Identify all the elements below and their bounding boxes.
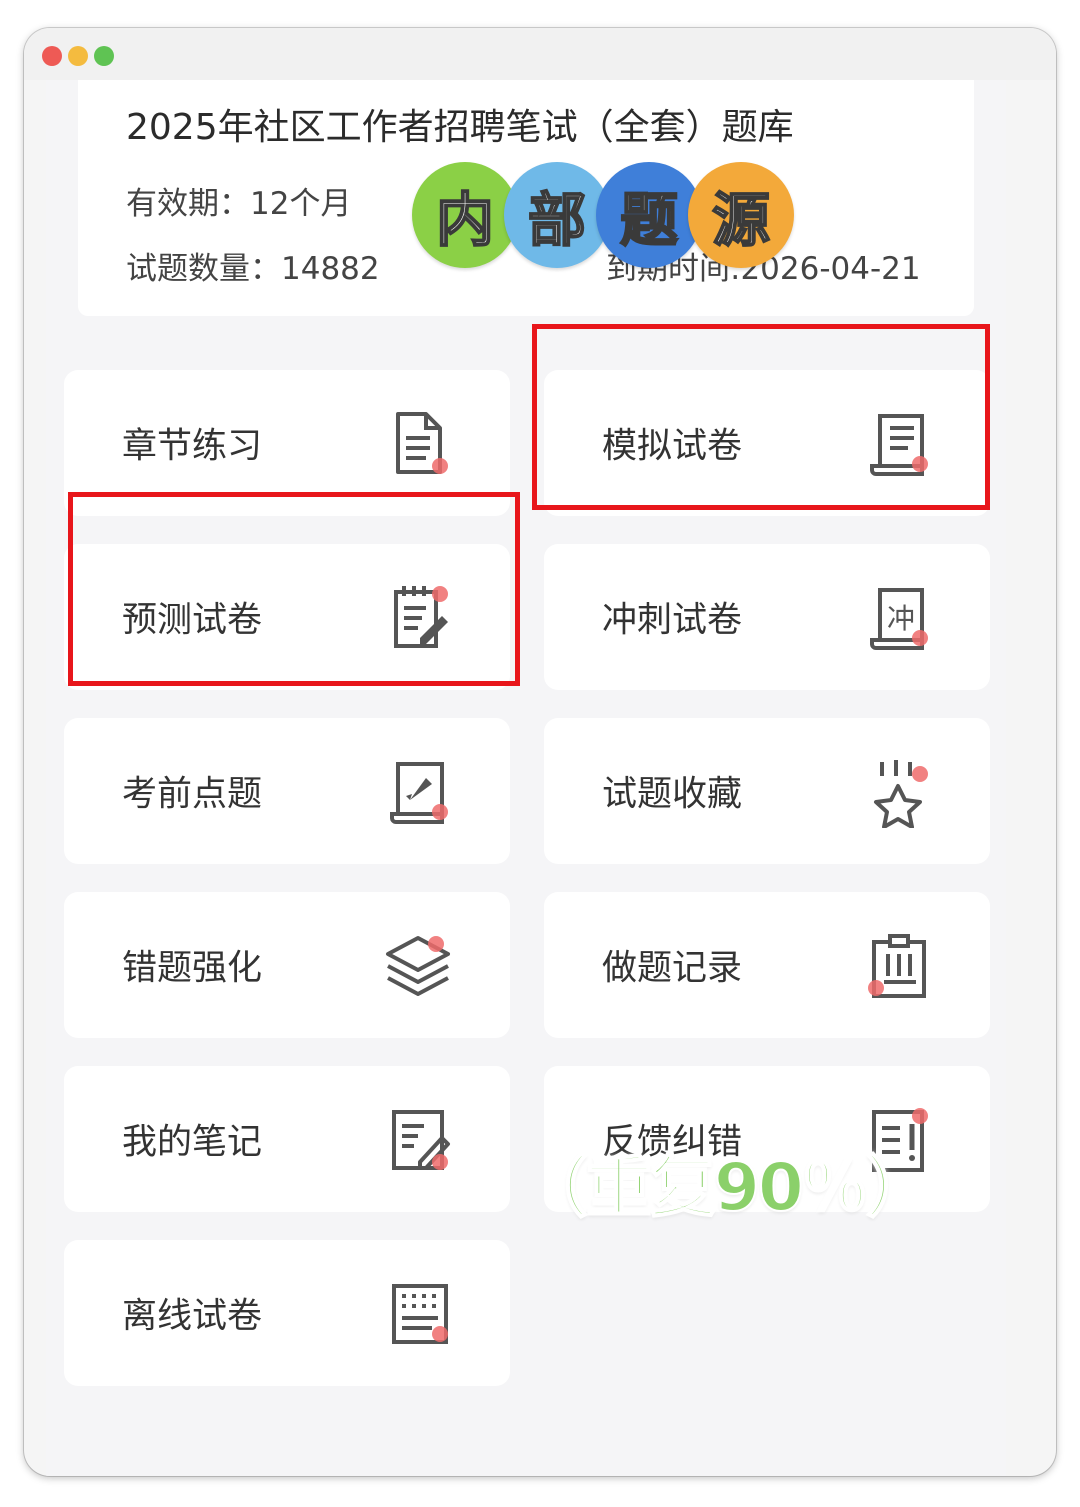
offline-grid-icon: [382, 1278, 454, 1350]
tile-label: 试题收藏: [602, 774, 743, 815]
highlight-mock-exam: [532, 324, 990, 510]
sticker-char-2: 部: [504, 162, 610, 268]
tile-label: 考前点题: [122, 774, 263, 815]
tile-label: 我的笔记: [122, 1122, 263, 1163]
tile-label: 冲刺试卷: [602, 600, 743, 641]
question-bank-title: 2025年社区工作者招聘笔试（全套）题库: [126, 107, 794, 148]
tile-favorites[interactable]: 试题收藏: [544, 718, 990, 864]
sticker-char-1: 内: [412, 162, 518, 268]
question-count: 试题数量：14882: [126, 251, 380, 287]
clipboard-icon: [862, 930, 934, 1002]
tile-pre-exam-tips[interactable]: 考前点题: [64, 718, 510, 864]
window-titlebar: [24, 28, 1056, 80]
tile-label: 章节练习: [122, 426, 263, 467]
repeat-rate-annotation: （重复90％）: [521, 1148, 933, 1227]
tile-offline-exam[interactable]: 离线试卷: [64, 1240, 510, 1386]
tile-my-notes[interactable]: 我的笔记: [64, 1066, 510, 1212]
minimize-window-button[interactable]: [68, 46, 88, 66]
sprint-scroll-icon: 冲: [862, 582, 934, 654]
validity-period: 有效期：12个月: [126, 186, 352, 222]
sticker-char-4: 源: [688, 162, 794, 268]
tile-mistake-review[interactable]: 错题强化: [64, 892, 510, 1038]
tile-label: 错题强化: [122, 948, 263, 989]
tile-label: 做题记录: [602, 948, 743, 989]
maximize-window-button[interactable]: [94, 46, 114, 66]
app-window: 2025年社区工作者招聘笔试（全套）题库 有效期：12个月 试题数量：14882…: [24, 28, 1056, 1476]
main-content: 2025年社区工作者招聘笔试（全套）题库 有效期：12个月 试题数量：14882…: [46, 80, 1006, 1476]
close-window-button[interactable]: [42, 46, 62, 66]
svg-text:冲: 冲: [887, 602, 915, 635]
star-sparkle-icon: [862, 756, 934, 828]
rocket-board-icon: [382, 756, 454, 828]
sticker-char-3: 题: [596, 162, 702, 268]
highlight-predicted-exam: [68, 492, 520, 686]
document-lines-icon: [382, 408, 454, 480]
layers-icon: [382, 930, 454, 1002]
tile-label: 离线试卷: [122, 1296, 263, 1337]
tile-sprint-exam[interactable]: 冲刺试卷 冲: [544, 544, 990, 690]
tile-practice-history[interactable]: 做题记录: [544, 892, 990, 1038]
note-edit-icon: [382, 1104, 454, 1176]
